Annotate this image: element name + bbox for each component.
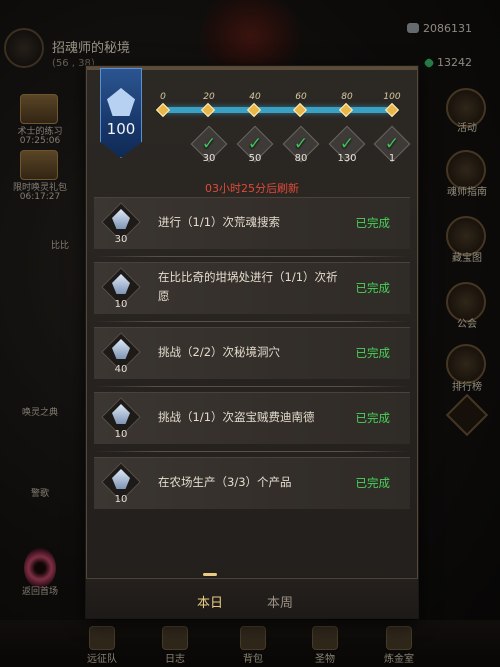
progress-track <box>163 107 393 113</box>
quest-text: 进行（1/1）次荒魂搜索 <box>158 215 281 229</box>
quest-row[interactable]: 30 进行（1/1）次荒魂搜索 已完成 <box>94 197 410 257</box>
quest-text: 挑战（1/1）次盗宝贼费迪南德 <box>158 410 315 424</box>
quest-row[interactable]: 10 在比比奇的坩埚处进行（1/1）次祈愿 已完成 <box>94 262 410 322</box>
row-divider <box>94 256 410 257</box>
current-points: 100 <box>106 120 136 138</box>
quest-reward-qty: 10 <box>114 429 128 440</box>
row-divider <box>94 321 410 322</box>
tab-daily[interactable]: 本日 <box>197 592 223 611</box>
tick-label: 0 <box>160 92 166 102</box>
quest-row[interactable]: 40 挑战（2/2）次秘境洞穴 已完成 <box>94 327 410 387</box>
milestone-reward-qty: 80 <box>294 153 308 164</box>
refresh-countdown: 03小时25分后刷新 <box>205 182 299 195</box>
period-tab-bar <box>86 578 418 618</box>
quest-row[interactable]: 10 在农场生产（3/3）个产品 已完成 <box>94 457 410 509</box>
claimed-check-icon: ✓ <box>339 134 355 154</box>
tick-label: 20 <box>203 92 215 102</box>
claimed-check-icon: ✓ <box>247 134 263 154</box>
quest-row[interactable]: 10 挑战（1/1）次盗宝贼费迪南德 已完成 <box>94 392 410 452</box>
milestone-reward-qty: 130 <box>337 153 357 164</box>
row-divider <box>94 451 410 452</box>
quest-text: 在比比奇的坩埚处进行（1/1）次祈愿 <box>158 270 338 303</box>
row-divider <box>94 386 410 387</box>
quest-reward-qty: 30 <box>114 234 128 245</box>
quest-status: 已完成 <box>355 476 391 490</box>
quest-status: 已完成 <box>355 411 391 425</box>
tab-weekly[interactable]: 本周 <box>267 592 293 611</box>
claimed-check-icon: ✓ <box>201 134 217 154</box>
milestone-reward-qty: 30 <box>202 153 216 164</box>
quest-status: 已完成 <box>355 281 391 295</box>
tick-label: 40 <box>249 92 261 102</box>
quest-status: 已完成 <box>355 346 391 360</box>
quest-status: 已完成 <box>355 216 391 230</box>
quest-reward-qty: 10 <box>114 299 128 310</box>
claimed-check-icon: ✓ <box>293 134 309 154</box>
claimed-check-icon: ✓ <box>384 134 400 154</box>
active-tab-indicator <box>203 573 217 576</box>
quest-reward-qty: 10 <box>114 494 128 505</box>
milestone-reward-qty: 1 <box>388 153 396 164</box>
tick-label: 60 <box>295 92 307 102</box>
quest-reward-qty: 40 <box>114 364 128 375</box>
milestone-reward-qty: 50 <box>248 153 262 164</box>
tick-label: 100 <box>383 92 401 102</box>
quest-text: 挑战（2/2）次秘境洞穴 <box>158 345 281 359</box>
tick-label: 80 <box>341 92 353 102</box>
quest-text: 在农场生产（3/3）个产品 <box>158 475 292 489</box>
